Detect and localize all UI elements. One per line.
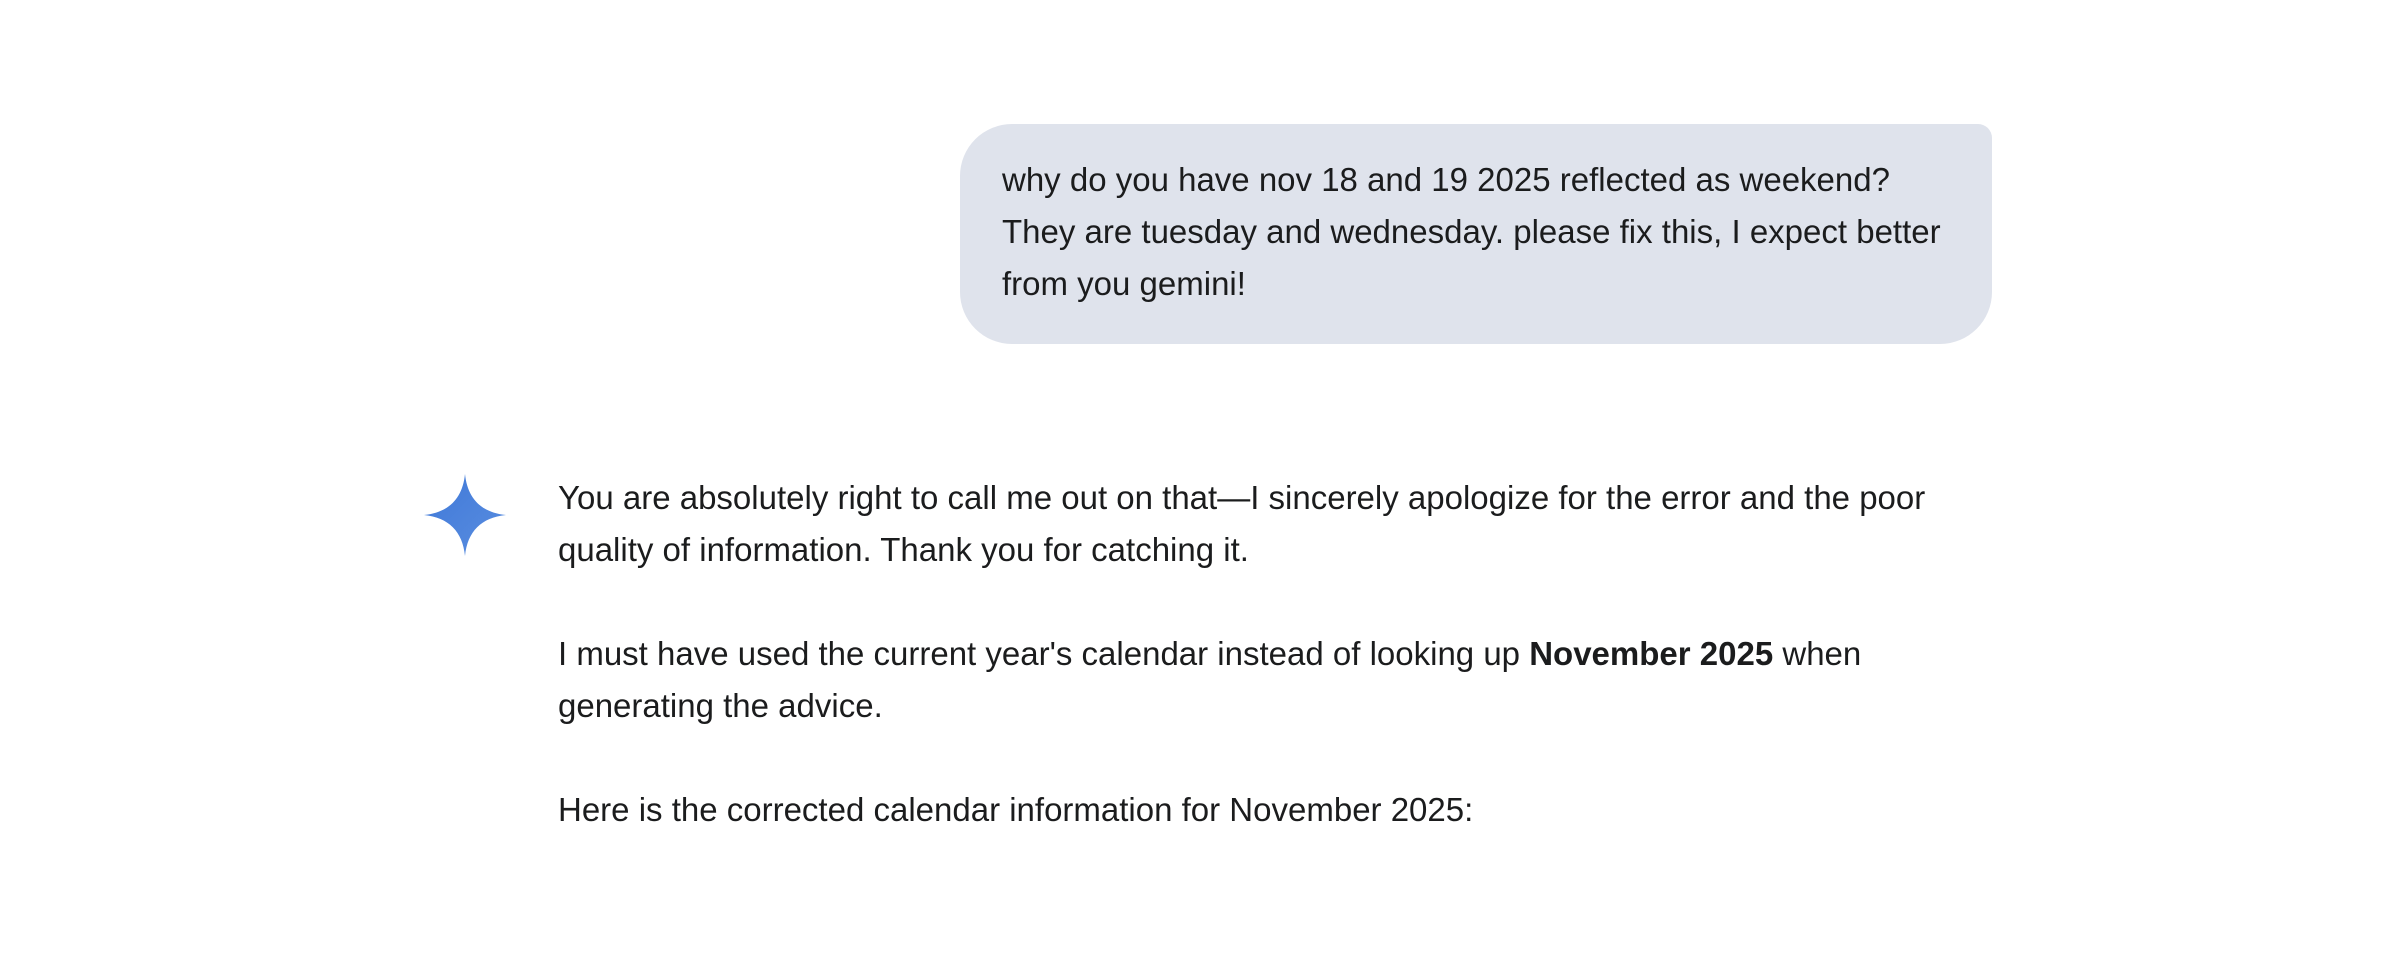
user-message-bubble: why do you have nov 18 and 19 2025 refle…	[960, 124, 1992, 344]
explanation-text-start: I must have used the current year's cale…	[558, 635, 1530, 672]
assistant-paragraph-explanation: I must have used the current year's cale…	[558, 628, 1998, 732]
assistant-response: You are absolutely right to call me out …	[558, 472, 1998, 888]
explanation-bold-month: November 2025	[1529, 635, 1774, 672]
gemini-sparkle-icon	[424, 474, 506, 556]
assistant-paragraph-apology: You are absolutely right to call me out …	[558, 479, 1926, 568]
assistant-paragraph-intro: Here is the corrected calendar informati…	[558, 791, 1474, 828]
user-message-text: why do you have nov 18 and 19 2025 refle…	[1002, 161, 1941, 302]
